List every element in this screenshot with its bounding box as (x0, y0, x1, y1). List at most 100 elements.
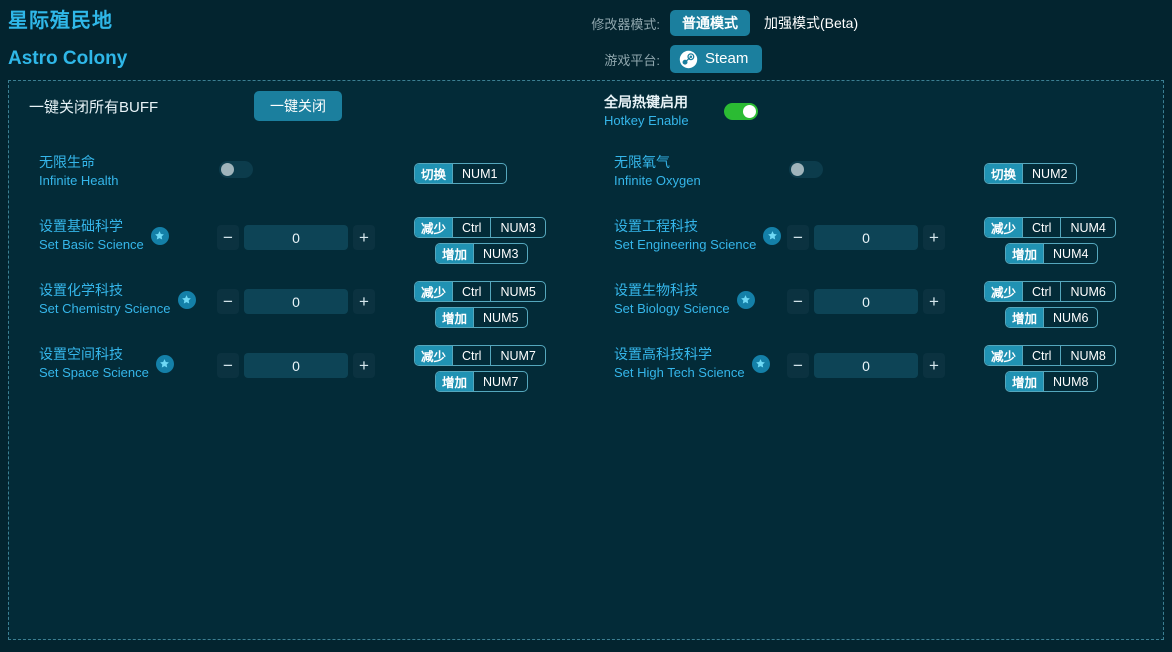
hotkey-action-label: 增加 (1006, 244, 1044, 263)
star-icon[interactable] (177, 290, 196, 309)
hotkey-action-label: 减少 (985, 218, 1023, 237)
value-input[interactable]: 0 (814, 289, 918, 314)
increment-button[interactable]: + (923, 353, 945, 378)
cheat-label-en: Set High Tech Science (614, 365, 745, 380)
star-icon[interactable] (736, 290, 755, 309)
cheat-toggle[interactable] (789, 161, 823, 179)
hotkey-key[interactable]: Ctrl (1022, 282, 1060, 301)
hotkey-group[interactable]: 增加 NUM5 (435, 307, 529, 328)
hotkey-key[interactable]: NUM3 (473, 244, 527, 263)
hotkey-group[interactable]: 减少 Ctrl NUM7 (414, 345, 546, 366)
hotkey-group[interactable]: 增加 NUM6 (1005, 307, 1099, 328)
hotkey-key[interactable]: NUM6 (1043, 308, 1097, 327)
cheat-label-text: 设置生物科技 Set Biology Science (614, 281, 730, 318)
hotkey-key[interactable]: NUM3 (490, 218, 544, 237)
cheat-label-en: Set Biology Science (614, 301, 730, 316)
mode-beta-button[interactable]: 加强模式(Beta) (750, 10, 870, 36)
cheat-label-text: 设置空间科技 Set Space Science (39, 345, 149, 382)
app-title-en: Astro Colony (8, 48, 128, 69)
hotkey-group[interactable]: 增加 NUM3 (435, 243, 529, 264)
cheat-label-en: Infinite Oxygen (614, 173, 701, 188)
hotkey-key[interactable]: NUM7 (490, 346, 544, 365)
value-stepper: −0 + (787, 353, 945, 378)
cheat-label-en: Infinite Health (39, 173, 119, 188)
value-input[interactable]: 0 (244, 225, 348, 250)
increment-button[interactable]: + (353, 225, 375, 250)
value-stepper: −0 + (787, 289, 945, 314)
value-stepper: −0 + (217, 289, 375, 314)
cheat-label-text: 设置工程科技 Set Engineering Science (614, 217, 756, 254)
hotkey-key[interactable]: NUM5 (490, 282, 544, 301)
hotkey-stack: 减少 Ctrl NUM6 增加 NUM6 (984, 281, 1116, 328)
platform-steam-button[interactable]: Steam (670, 45, 763, 73)
hotkey-action-label: 增加 (436, 372, 474, 391)
hotkey-key[interactable]: NUM8 (1060, 346, 1114, 365)
hotkey-key[interactable]: NUM7 (473, 372, 527, 391)
star-icon[interactable] (155, 354, 174, 373)
increment-button[interactable]: + (353, 353, 375, 378)
cheat-row: 设置化学科技 Set Chemistry Science −0 + 减少 Ctrl NUM5… (29, 281, 574, 337)
hotkey-key[interactable]: NUM4 (1060, 218, 1114, 237)
header: 星际殖民地 Astro Colony 修改器模式: 普通模式 加强模式(Beta… (0, 0, 1172, 80)
cheat-label-text: 无限氧气 Infinite Oxygen (614, 153, 701, 190)
mode-normal-button[interactable]: 普通模式 (670, 10, 750, 36)
increment-button[interactable]: + (923, 225, 945, 250)
hotkey-action-label: 切换 (415, 164, 453, 183)
hotkey-group[interactable]: 减少 Ctrl NUM3 (414, 217, 546, 238)
hotkey-key[interactable]: NUM2 (1022, 164, 1076, 183)
hotkey-key[interactable]: Ctrl (452, 218, 490, 237)
hotkey-group[interactable]: 切换 NUM1 (414, 163, 508, 184)
cheat-label: 设置生物科技 Set Biology Science (614, 281, 755, 318)
hotkey-action-label: 增加 (1006, 372, 1044, 391)
star-icon[interactable] (150, 226, 169, 245)
hotkey-group[interactable]: 减少 Ctrl NUM4 (984, 217, 1116, 238)
hotkey-group[interactable]: 增加 NUM4 (1005, 243, 1099, 264)
hotkey-group[interactable]: 减少 Ctrl NUM5 (414, 281, 546, 302)
hotkey-group[interactable]: 增加 NUM7 (435, 371, 529, 392)
value-input[interactable]: 0 (814, 225, 918, 250)
decrement-button[interactable]: − (787, 225, 809, 250)
decrement-button[interactable]: − (217, 353, 239, 378)
cheat-toggle[interactable] (219, 161, 253, 179)
decrement-button[interactable]: − (217, 225, 239, 250)
value-input[interactable]: 0 (244, 289, 348, 314)
cheat-stepper-wrap: −0 + (217, 353, 375, 378)
value-input[interactable]: 0 (244, 353, 348, 378)
hotkey-group[interactable]: 切换 NUM2 (984, 163, 1078, 184)
cheats-panel: 一键关闭所有BUFF 一键关闭 全局热键启用 Hotkey Enable 无限生… (8, 80, 1164, 640)
hotkey-key[interactable]: Ctrl (452, 346, 490, 365)
hotkey-stack: 切换 NUM1 (414, 163, 508, 184)
hotkey-action-label: 减少 (415, 282, 453, 301)
star-icon[interactable] (763, 226, 782, 245)
close-all-button[interactable]: 一键关闭 (254, 91, 342, 121)
decrement-button[interactable]: − (787, 353, 809, 378)
hotkey-group[interactable]: 减少 Ctrl NUM6 (984, 281, 1116, 302)
hotkey-key[interactable]: NUM4 (1043, 244, 1097, 263)
hotkey-group[interactable]: 增加 NUM8 (1005, 371, 1099, 392)
hotkey-key[interactable]: NUM1 (452, 164, 506, 183)
global-hotkey-toggle[interactable] (724, 103, 758, 120)
cheat-label-cn: 设置基础科学 (39, 218, 123, 234)
star-icon[interactable] (751, 354, 770, 373)
increment-button[interactable]: + (353, 289, 375, 314)
cheat-stepper-wrap: −0 + (217, 289, 375, 314)
value-stepper: −0 + (787, 225, 945, 250)
app-title: 星际殖民地 Astro Colony (8, 8, 127, 72)
hotkey-key[interactable]: Ctrl (1022, 218, 1060, 237)
hotkey-key[interactable]: NUM5 (473, 308, 527, 327)
cheat-label: 设置工程科技 Set Engineering Science (614, 217, 782, 254)
hotkey-stack: 减少 Ctrl NUM4 增加 NUM4 (984, 217, 1116, 264)
toggle-knob (743, 105, 756, 118)
hotkey-key[interactable]: NUM8 (1043, 372, 1097, 391)
hotkey-key[interactable]: Ctrl (1022, 346, 1060, 365)
decrement-button[interactable]: − (787, 289, 809, 314)
value-input[interactable]: 0 (814, 353, 918, 378)
hotkey-key[interactable]: Ctrl (452, 282, 490, 301)
increment-button[interactable]: + (923, 289, 945, 314)
hotkey-key[interactable]: NUM6 (1060, 282, 1114, 301)
decrement-button[interactable]: − (217, 289, 239, 314)
cheat-label: 设置高科技科学 Set High Tech Science (614, 345, 770, 382)
mode-row: 修改器模式: 普通模式 加强模式(Beta) (580, 10, 870, 36)
hotkey-group[interactable]: 减少 Ctrl NUM8 (984, 345, 1116, 366)
hotkey-action-label: 减少 (415, 346, 453, 365)
